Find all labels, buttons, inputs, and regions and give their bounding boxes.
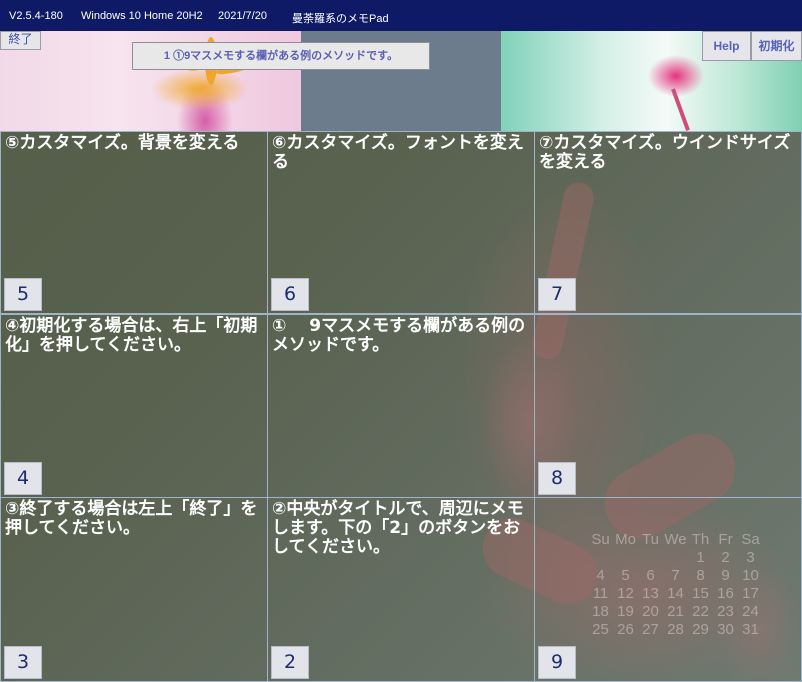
memo-text[interactable]: ⑦カスタマイズ。ウインドサイズを変える — [539, 134, 797, 172]
memo-cell-8[interactable]: 8 — [534, 314, 802, 498]
calendar-day: 13 — [642, 584, 659, 602]
calendar-day: 10 — [742, 566, 759, 584]
memo-cell-center-title[interactable]: ① 9マスメモする欄がある例のメソッドです。 — [267, 314, 535, 498]
title-bar: V2.5.4-180 Windows 10 Home 20H2 2021/7/2… — [0, 0, 802, 31]
calendar-day: 14 — [667, 584, 684, 602]
version-text: V2.5.4-180 — [9, 10, 63, 22]
weekday-label: Tu — [642, 530, 659, 548]
cell-button-5[interactable]: 5 — [4, 278, 42, 311]
weekday-label: Fr — [718, 530, 733, 548]
calendar-day: 15 — [692, 584, 709, 602]
memo-cell-6[interactable]: ⑥カスタマイズ。フォントを変える 6 — [267, 131, 535, 314]
calendar-day: 9 — [721, 566, 730, 584]
calendar-day: 11 — [592, 584, 609, 602]
calendar-day: 7 — [671, 566, 680, 584]
cell-button-9[interactable]: 9 — [538, 646, 576, 679]
help-button[interactable]: Help — [702, 31, 751, 61]
cell-button-8[interactable]: 8 — [538, 462, 576, 495]
cell-button-6[interactable]: 6 — [271, 278, 309, 311]
calendar-day: 29 — [692, 620, 709, 638]
memo-text[interactable]: ④初期化する場合は、右上「初期化」を押してください。 — [5, 317, 263, 355]
calendar-week-row: 11 12 13 14 15 16 17 — [588, 584, 763, 602]
calendar-weekday-row: Su Mo Tu We Th Fr Sa — [588, 530, 763, 548]
memo-cell-3[interactable]: ③終了する場合は左上「終了」を押してください。 3 — [0, 497, 268, 682]
memo-text[interactable]: ⑤カスタマイズ。背景を変える — [5, 134, 263, 153]
init-button[interactable]: 初期化 — [751, 31, 802, 61]
calendar-day: 30 — [717, 620, 734, 638]
calendar-day: 6 — [646, 566, 655, 584]
calendar-day: 26 — [617, 620, 634, 638]
calendar-day — [663, 548, 688, 566]
app-name-text: 曼荼羅系のメモPad — [292, 13, 389, 25]
cell-button-3[interactable]: 3 — [4, 646, 42, 679]
calendar-day: 12 — [617, 584, 634, 602]
calendar-day: 19 — [617, 602, 634, 620]
memo-cell-2[interactable]: ②中央がタイトルで、周辺にメモします。下の「2」のボタンをおしてください。 2 — [267, 497, 535, 682]
memo-text[interactable]: ②中央がタイトルで、周辺にメモします。下の「2」のボタンをおしてください。 — [272, 500, 530, 557]
memo-cell-4[interactable]: ④初期化する場合は、右上「初期化」を押してください。 4 — [0, 314, 268, 498]
memo-text[interactable]: ③終了する場合は左上「終了」を押してください。 — [5, 500, 263, 538]
os-text: Windows 10 Home 20H2 — [81, 10, 203, 22]
calendar-day — [613, 548, 638, 566]
cell-button-2[interactable]: 2 — [271, 646, 309, 679]
weekday-label: Mo — [615, 530, 636, 548]
cell-button-4[interactable]: 4 — [4, 462, 42, 495]
weekday-label: Sa — [741, 530, 760, 548]
calendar-week-row: 1 2 3 — [588, 548, 763, 566]
calendar-day: 17 — [742, 584, 759, 602]
calendar-day: 20 — [642, 602, 659, 620]
weekday-label: We — [664, 530, 687, 548]
calendar-day — [588, 548, 613, 566]
calendar-week-row: 18 19 20 21 22 23 24 — [588, 602, 763, 620]
memo-cell-5[interactable]: ⑤カスタマイズ。背景を変える 5 — [0, 131, 268, 314]
memo-cell-7[interactable]: ⑦カスタマイズ。ウインドサイズを変える 7 — [534, 131, 802, 314]
center-title-box: 1 ①9マスメモする欄がある例のメソッドです。 — [132, 42, 430, 70]
calendar-day: 16 — [717, 584, 734, 602]
calendar-week-row: 25 26 27 28 29 30 31 — [588, 620, 763, 638]
calendar-day: 4 — [596, 566, 605, 584]
calendar-day: 22 — [692, 602, 709, 620]
memo-text[interactable]: ⑥カスタマイズ。フォントを変える — [272, 134, 530, 172]
calendar-day: 21 — [667, 602, 684, 620]
cell-button-7[interactable]: 7 — [538, 278, 576, 311]
calendar-day: 8 — [696, 566, 705, 584]
calendar-day: 3 — [746, 548, 755, 566]
calendar-day: 25 — [592, 620, 609, 638]
calendar-day: 24 — [742, 602, 759, 620]
calendar-day: 18 — [592, 602, 609, 620]
end-button[interactable]: 終了 — [0, 31, 41, 50]
weekday-label: Th — [691, 530, 710, 548]
calendar-week-row: 4 5 6 7 8 9 10 — [588, 566, 763, 584]
calendar-day: 1 — [696, 548, 705, 566]
center-title-text[interactable]: ① 9マスメモする欄がある例のメソッドです。 — [272, 317, 530, 355]
calendar-day — [638, 548, 663, 566]
calendar-day: 5 — [621, 566, 630, 584]
date-text: 2021/7/20 — [218, 10, 267, 22]
weekday-label: Su — [591, 530, 610, 548]
calendar-day: 28 — [667, 620, 684, 638]
calendar: Su Mo Tu We Th Fr Sa 1 2 3 4 5 6 7 8 9 1… — [588, 530, 763, 638]
calendar-day: 27 — [642, 620, 659, 638]
calendar-day: 31 — [742, 620, 759, 638]
calendar-day: 2 — [721, 548, 730, 566]
calendar-day: 23 — [717, 602, 734, 620]
